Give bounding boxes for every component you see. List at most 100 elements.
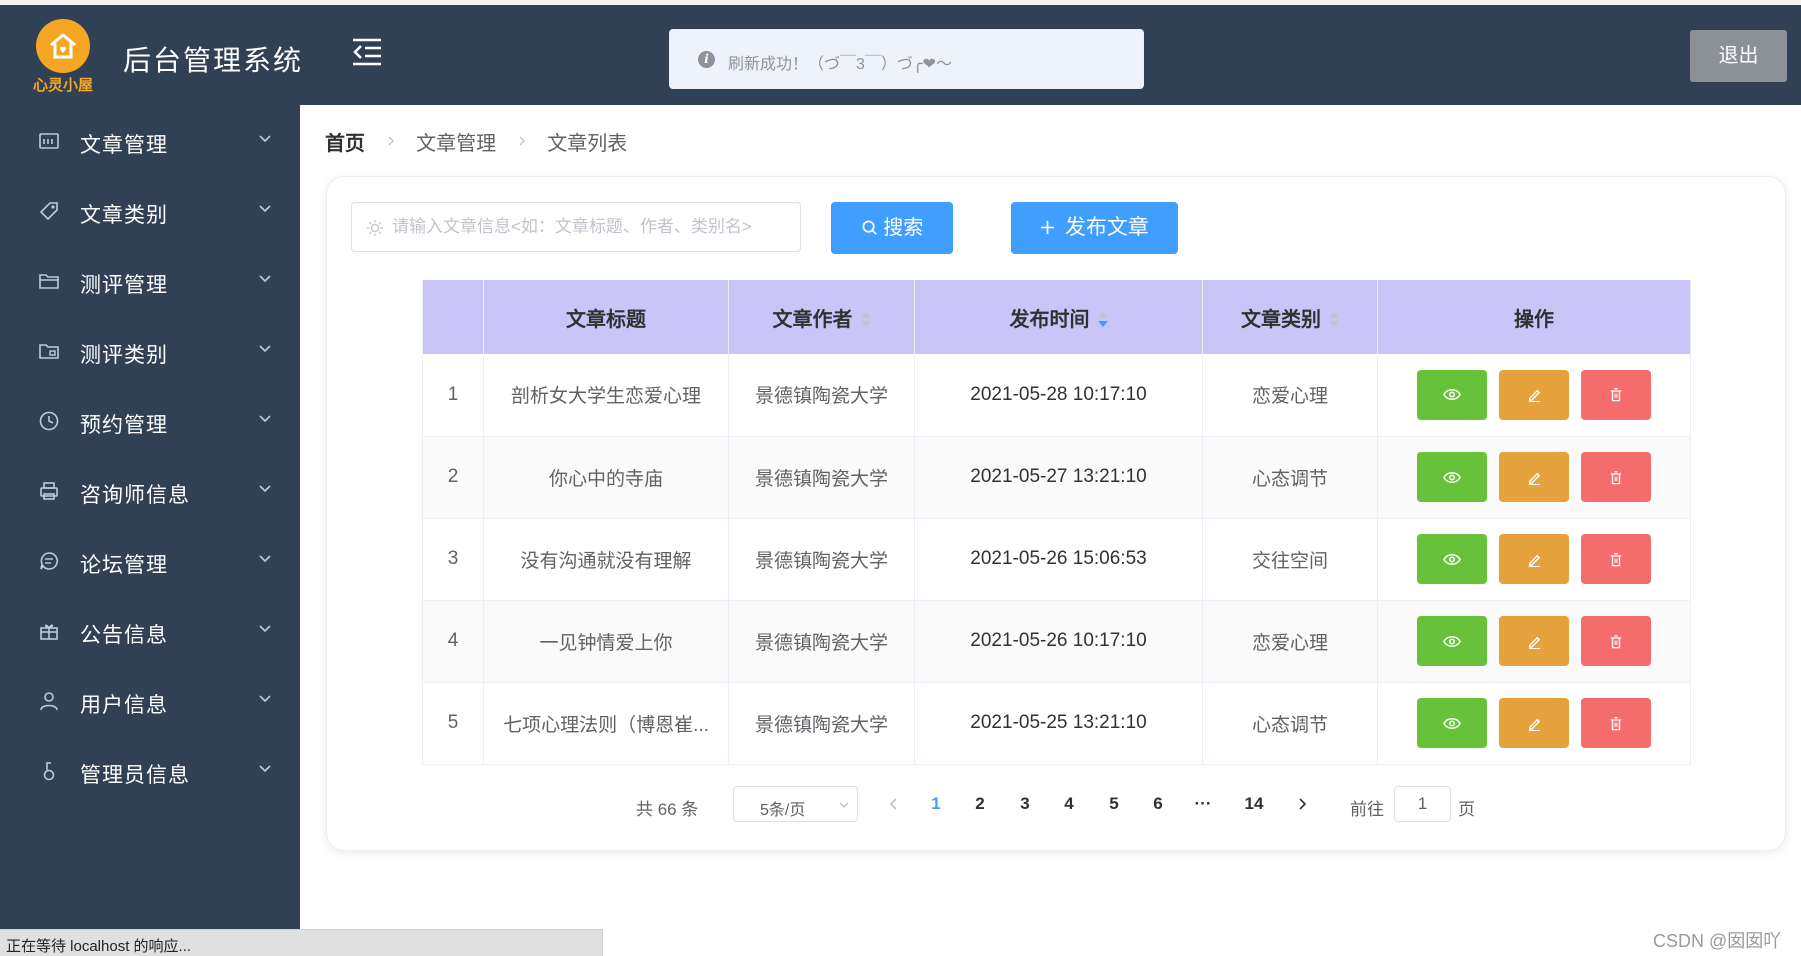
- page-number[interactable]: 5: [1099, 794, 1129, 814]
- edit-button[interactable]: [1499, 534, 1569, 584]
- edit-button[interactable]: [1499, 452, 1569, 502]
- sidebar-item-counselor[interactable]: 咨询师信息: [0, 455, 300, 525]
- sidebar-item-admins[interactable]: 管理员信息: [0, 735, 300, 805]
- sidebar-item-article-manage[interactable]: 文章管理: [0, 105, 300, 175]
- eye-icon: [1443, 471, 1461, 483]
- trash-icon: [1610, 552, 1622, 566]
- sidebar-item-article-category[interactable]: 文章类别: [0, 175, 300, 245]
- edit-icon: [1528, 636, 1540, 649]
- article-table: 文章标题 文章作者 发布时间 文章类别 操作 1 剖析女大学生恋爱心理 景德镇陶瓷大…: [422, 280, 1691, 765]
- page-number[interactable]: 3: [1010, 794, 1040, 814]
- header-time-label: 发布时间: [1009, 308, 1090, 331]
- chevron-down-icon: [259, 415, 271, 423]
- cell-title: 剖析女大学生恋爱心理: [483, 354, 729, 437]
- cell-time: 2021-05-25 13:21:10: [914, 682, 1203, 765]
- gift-icon: [40, 624, 58, 640]
- sidebar-item-users[interactable]: 用户信息: [0, 665, 300, 735]
- search-button[interactable]: 搜索: [831, 202, 953, 254]
- trash-icon: [1610, 634, 1622, 648]
- sidebar-item-test-category[interactable]: 测评类别: [0, 315, 300, 385]
- cell-index: 2: [422, 436, 484, 519]
- sidebar-item-notice[interactable]: 公告信息: [0, 595, 300, 665]
- sidebar-item-test-manage[interactable]: 测评管理: [0, 245, 300, 315]
- sidebar-item-label: 测评类别: [80, 344, 168, 367]
- page-number[interactable]: 14: [1239, 794, 1269, 814]
- edit-icon: [1528, 472, 1540, 485]
- header-index: [422, 280, 484, 354]
- view-button[interactable]: [1417, 698, 1487, 748]
- view-button[interactable]: [1417, 616, 1487, 666]
- folder-icon: [39, 274, 59, 289]
- goto-page-input[interactable]: [1394, 786, 1451, 822]
- chevron-down-icon: [259, 765, 271, 773]
- cell-actions: [1377, 682, 1691, 765]
- user-icon: [40, 692, 58, 711]
- view-button[interactable]: [1417, 369, 1487, 420]
- sidebar-item-forum[interactable]: 论坛管理: [0, 525, 300, 595]
- sidebar-item-label: 文章管理: [80, 134, 168, 157]
- sort-icon[interactable]: [1329, 312, 1339, 328]
- next-page-icon[interactable]: [1294, 795, 1310, 813]
- sort-icon[interactable]: [1097, 312, 1108, 328]
- table-row: 5 七项心理法则（博恩崔... 景德镇陶瓷大学 2021-05-25 13:21:10…: [422, 682, 1691, 765]
- sort-icon[interactable]: [860, 312, 871, 328]
- cell-title: 一见钟情爱上你: [483, 600, 729, 683]
- view-button[interactable]: [1417, 452, 1487, 502]
- table-row: 4 一见钟情爱上你 景德镇陶瓷大学 2021-05-26 10:17:10 恋爱心理: [422, 600, 1691, 683]
- cell-author: 景德镇陶瓷大学: [728, 682, 915, 765]
- logout-button[interactable]: 退出: [1690, 30, 1787, 82]
- page-number[interactable]: 2: [965, 794, 995, 814]
- cell-actions: [1377, 354, 1691, 437]
- cell-category: 心态调节: [1202, 682, 1378, 765]
- header-category[interactable]: 文章类别: [1202, 280, 1378, 354]
- edit-icon: [1528, 554, 1540, 567]
- sidebar-item-label: 论坛管理: [80, 554, 168, 577]
- menu-collapse-icon[interactable]: [350, 35, 384, 69]
- search-input[interactable]: [392, 204, 792, 250]
- page-number[interactable]: 4: [1054, 794, 1084, 814]
- page-number[interactable]: 1: [921, 794, 951, 814]
- header-author[interactable]: 文章作者: [728, 280, 915, 354]
- sidebar: 文章管理 文章类别 测评管理 测评类别 预约管理 咨询师信息 论坛管理 公告信息…: [0, 105, 300, 956]
- cell-title: 你心中的寺庙: [483, 436, 729, 519]
- printer-icon: [40, 482, 58, 500]
- breadcrumb-article-list: 文章列表: [547, 133, 628, 155]
- page-number[interactable]: 6: [1143, 794, 1173, 814]
- delete-button[interactable]: [1581, 616, 1651, 666]
- edit-button[interactable]: [1499, 616, 1569, 666]
- search-icon: [862, 220, 877, 235]
- breadcrumb-article-manage: 文章管理: [416, 133, 497, 155]
- cell-index: 4: [422, 600, 484, 683]
- edit-icon: [1528, 390, 1540, 403]
- clock-icon: [39, 411, 59, 431]
- eye-icon: [1443, 635, 1461, 647]
- delete-button[interactable]: [1581, 369, 1651, 420]
- eye-icon: [1443, 389, 1461, 401]
- cell-author: 景德镇陶瓷大学: [728, 354, 915, 437]
- page-size-select[interactable]: 5条/页: [733, 786, 858, 822]
- publish-article-button[interactable]: 发布文章: [1011, 202, 1178, 254]
- house-icon: [50, 33, 76, 59]
- delete-button[interactable]: [1581, 452, 1651, 502]
- chevron-down-icon: [259, 485, 271, 493]
- cell-time: 2021-05-26 15:06:53: [914, 518, 1203, 601]
- delete-button[interactable]: [1581, 698, 1651, 748]
- breadcrumb-home[interactable]: 首页: [325, 127, 365, 156]
- edit-button[interactable]: [1499, 369, 1569, 420]
- header-time[interactable]: 发布时间: [914, 280, 1203, 354]
- chevron-down-icon: [259, 695, 271, 703]
- top-header: 心灵小屋 后台管理系统 i 刷新成功！（づ￣3￣）づ╭❤～ 退出: [0, 5, 1801, 105]
- chevron-down-icon: [259, 625, 271, 633]
- cell-actions: [1377, 600, 1691, 683]
- delete-button[interactable]: [1581, 534, 1651, 584]
- edit-button[interactable]: [1499, 698, 1569, 748]
- cell-author: 景德镇陶瓷大学: [728, 518, 915, 601]
- sidebar-item-label: 预约管理: [80, 414, 168, 437]
- view-button[interactable]: [1417, 534, 1487, 584]
- page-ellipsis[interactable]: ···: [1188, 794, 1218, 814]
- sidebar-item-appointment[interactable]: 预约管理: [0, 385, 300, 455]
- sidebar-item-label: 公告信息: [80, 624, 168, 647]
- prev-page-icon[interactable]: [886, 795, 902, 813]
- search-field[interactable]: [351, 202, 801, 252]
- sidebar-item-label: 管理员信息: [80, 764, 190, 787]
